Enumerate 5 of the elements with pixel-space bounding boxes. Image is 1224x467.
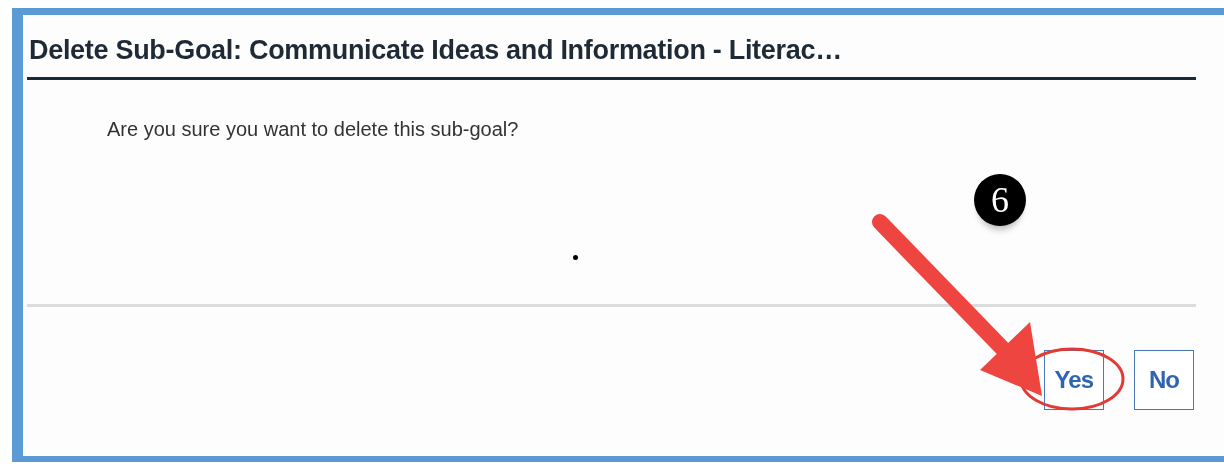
dialog-title: Delete Sub-Goal: Communicate Ideas and Information - Literac… (28, 34, 843, 67)
cancel-button[interactable]: No (1134, 350, 1194, 410)
confirm-button[interactable]: Yes (1043, 350, 1104, 410)
confirmation-message: Are you sure you want to delete this sub-goal? (107, 118, 520, 141)
dot-icon (573, 255, 578, 260)
